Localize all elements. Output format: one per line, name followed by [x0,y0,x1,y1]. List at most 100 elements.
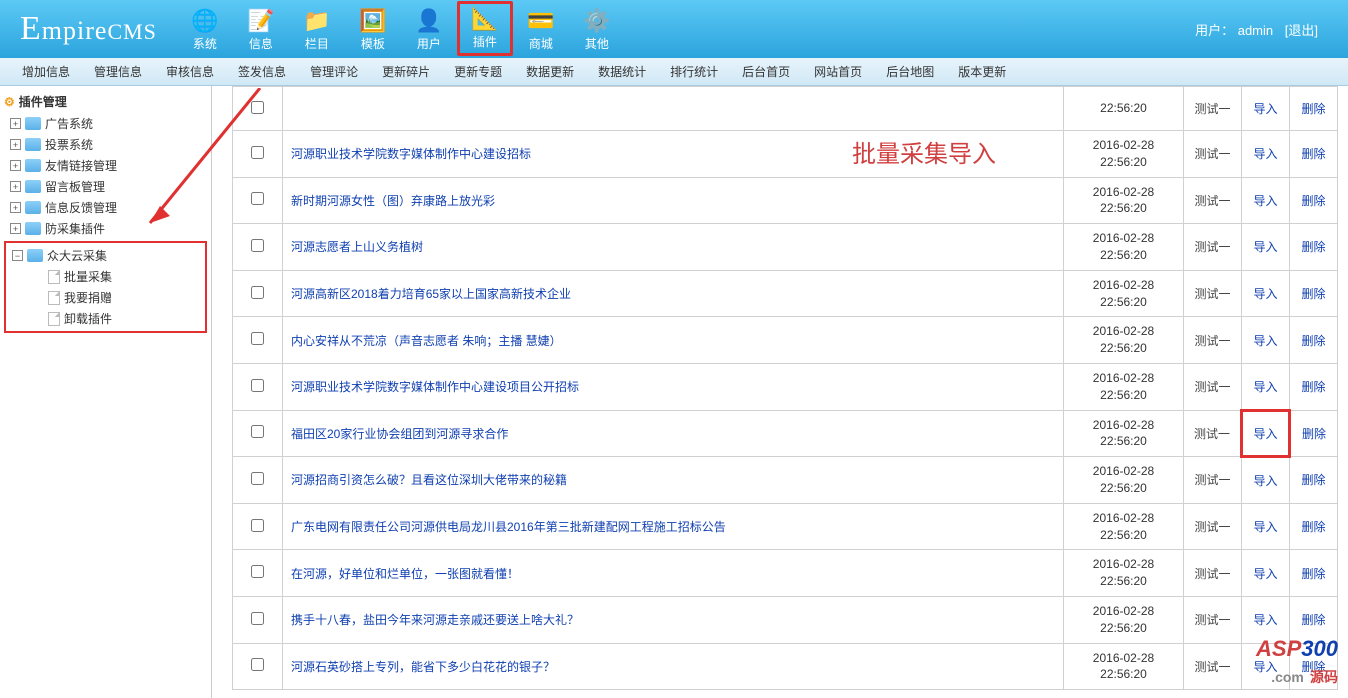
delete-link[interactable]: 删除 [1301,287,1325,301]
row-date: 2016-02-28 [1093,371,1154,385]
delete-link[interactable]: 删除 [1301,102,1325,116]
import-link[interactable]: 导入 [1253,380,1277,394]
subnav-item[interactable]: 后台地图 [874,58,946,86]
import-link[interactable]: 导入 [1253,660,1277,674]
subnav-item[interactable]: 更新专题 [442,58,514,86]
sidebar-leaf[interactable]: 我要捐赠 [6,287,205,308]
user-label: 用户： [1195,23,1234,38]
row-checkbox[interactable] [251,612,264,625]
delete-link[interactable]: 删除 [1301,473,1325,487]
row-checkbox[interactable] [251,425,264,438]
row-title-link[interactable]: 内心安祥从不荒凉（声音志愿者 朱响；主播 慧婕） [291,334,562,348]
import-link[interactable]: 导入 [1253,427,1277,441]
tester-label: 测试一 [1194,427,1230,441]
plus-icon[interactable]: + [10,181,21,192]
delete-link[interactable]: 删除 [1301,613,1325,627]
row-title-link[interactable]: 在河源，好单位和烂单位，一张图就看懂！ [291,567,519,581]
row-checkbox[interactable] [251,101,264,114]
delete-link[interactable]: 删除 [1301,380,1325,394]
folder-icon [25,222,41,235]
sidebar-leaf[interactable]: 卸载插件 [6,308,205,329]
import-link[interactable]: 导入 [1253,194,1277,208]
user-info: 用户： admin [退出] [1195,20,1348,39]
nav-用户[interactable]: 👤用户 [401,3,457,56]
sidebar-node[interactable]: +广告系统 [4,113,207,134]
row-checkbox[interactable] [251,658,264,671]
row-title-link[interactable]: 河源高新区2018着力培育65家以上国家高新技术企业 [291,287,571,301]
row-title-link[interactable]: 福田区20家行业协会组团到河源寻求合作 [291,427,508,441]
import-link[interactable]: 导入 [1253,287,1277,301]
plus-icon[interactable]: + [10,160,21,171]
subnav-item[interactable]: 排行统计 [658,58,730,86]
minus-icon[interactable]: − [12,250,23,261]
subnav-item[interactable]: 管理信息 [82,58,154,86]
delete-link[interactable]: 删除 [1301,660,1325,674]
import-link[interactable]: 导入 [1253,147,1277,161]
sidebar-node[interactable]: +防采集插件 [4,218,207,239]
row-title-link[interactable]: 携手十八春，盐田今年来河源走亲戚还要送上啥大礼？ [291,613,579,627]
subnav-item[interactable]: 网站首页 [802,58,874,86]
subnav-item[interactable]: 后台首页 [730,58,802,86]
row-checkbox[interactable] [251,379,264,392]
subnav-item[interactable]: 审核信息 [154,58,226,86]
row-title-link[interactable]: 河源职业技术学院数字媒体制作中心建设项目公开招标 [291,380,579,394]
nav-icon-glyph: 📝 [233,7,289,35]
row-title-link[interactable]: 新时期河源女性（图）弃康路上放光彩 [291,194,495,208]
subnav-item[interactable]: 管理评论 [298,58,370,86]
import-link[interactable]: 导入 [1253,334,1277,348]
nav-信息[interactable]: 📝信息 [233,3,289,56]
logout-link[interactable]: [退出] [1285,23,1318,38]
nav-模板[interactable]: 🖼️模板 [345,3,401,56]
sidebar-node-zhongda[interactable]: − 众大云采集 [6,245,205,266]
nav-插件[interactable]: 📐插件 [457,1,513,56]
row-title-link[interactable]: 河源职业技术学院数字媒体制作中心建设招标 [291,147,531,161]
sidebar-node[interactable]: +信息反馈管理 [4,197,207,218]
sidebar-title[interactable]: ⚙ 插件管理 [4,90,207,113]
row-checkbox[interactable] [251,565,264,578]
nav-商城[interactable]: 💳商城 [513,3,569,56]
sidebar-node[interactable]: +留言板管理 [4,176,207,197]
nav-系统[interactable]: 🌐系统 [177,3,233,56]
row-checkbox[interactable] [251,332,264,345]
sidebar-node[interactable]: +投票系统 [4,134,207,155]
nav-其他[interactable]: ⚙️其他 [569,3,625,56]
row-title-link[interactable]: 河源招商引资怎么破？且看这位深圳大佬带来的秘籍 [291,473,567,487]
row-checkbox[interactable] [251,286,264,299]
row-checkbox[interactable] [251,472,264,485]
plus-icon[interactable]: + [10,139,21,150]
delete-link[interactable]: 删除 [1301,194,1325,208]
row-checkbox[interactable] [251,192,264,205]
row-checkbox[interactable] [251,146,264,159]
delete-link[interactable]: 删除 [1301,147,1325,161]
import-link[interactable]: 导入 [1253,613,1277,627]
row-title-link[interactable]: 河源石英砂搭上专列，能省下多少白花花的银子？ [291,660,555,674]
import-link[interactable]: 导入 [1253,520,1277,534]
subnav-item[interactable]: 版本更新 [946,58,1018,86]
delete-link[interactable]: 删除 [1301,334,1325,348]
tester-label: 测试一 [1194,473,1230,487]
plus-icon[interactable]: + [10,223,21,234]
import-link[interactable]: 导入 [1253,240,1277,254]
sidebar-leaf[interactable]: 批量采集 [6,266,205,287]
nav-栏目[interactable]: 📁栏目 [289,3,345,56]
row-checkbox[interactable] [251,519,264,532]
subnav-item[interactable]: 更新碎片 [370,58,442,86]
delete-link[interactable]: 删除 [1301,567,1325,581]
row-checkbox[interactable] [251,239,264,252]
plus-icon[interactable]: + [10,118,21,129]
sidebar-node[interactable]: + 友情链接管理 [4,155,207,176]
subnav-item[interactable]: 数据统计 [586,58,658,86]
row-title-link[interactable]: 广东电网有限责任公司河源供电局龙川县2016年第三批新建配网工程施工招标公告 [291,520,726,534]
delete-link[interactable]: 删除 [1302,427,1326,441]
sidebar-node-label: 友情链接管理 [45,157,117,174]
import-link[interactable]: 导入 [1253,102,1277,116]
subnav-item[interactable]: 签发信息 [226,58,298,86]
subnav-item[interactable]: 增加信息 [10,58,82,86]
plus-icon[interactable]: + [10,202,21,213]
row-title-link[interactable]: 河源志愿者上山义务植树 [291,240,423,254]
delete-link[interactable]: 删除 [1301,240,1325,254]
delete-link[interactable]: 删除 [1301,520,1325,534]
import-link[interactable]: 导入 [1253,474,1277,488]
import-link[interactable]: 导入 [1253,567,1277,581]
subnav-item[interactable]: 数据更新 [514,58,586,86]
